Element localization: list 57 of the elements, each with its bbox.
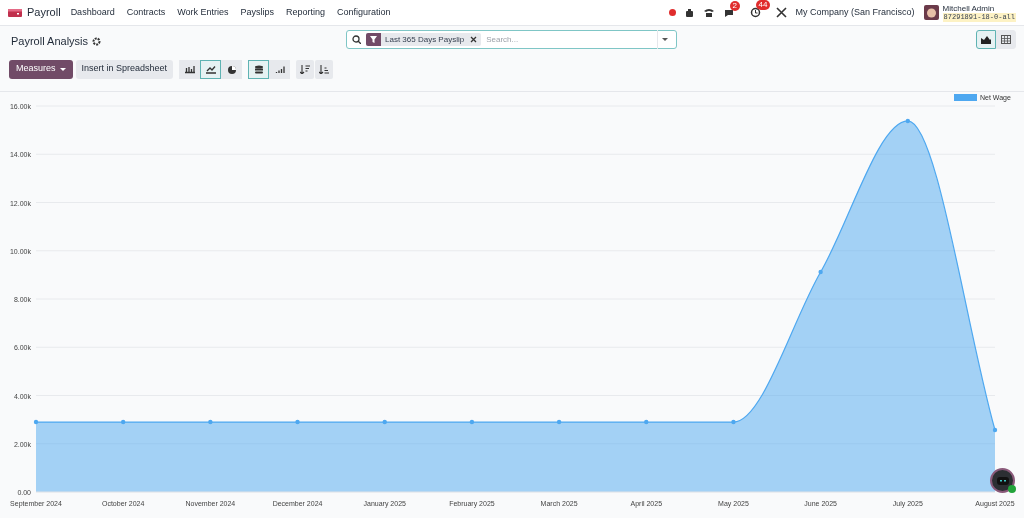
- data-point: [992, 427, 998, 433]
- chart-option-button[interactable]: [248, 59, 270, 79]
- search-field[interactable]: Last 365 Days Payslip Search...: [346, 30, 677, 49]
- menu-item[interactable]: Dashboard: [70, 5, 115, 20]
- stack-icon: [253, 64, 264, 74]
- menu-item[interactable]: Contracts: [126, 5, 166, 20]
- menu-item[interactable]: Configuration: [337, 5, 391, 20]
- menu-item[interactable]: Payslips: [240, 5, 275, 20]
- page-title: Payroll Analysis: [11, 33, 89, 49]
- data-point: [644, 419, 649, 425]
- caret-icon: [661, 38, 668, 41]
- chart-option-button[interactable]: [200, 59, 222, 79]
- briefcase-icon: [684, 7, 694, 18]
- data-point: [818, 269, 823, 275]
- data-point: [905, 118, 910, 124]
- menu-item[interactable]: Work Entries: [177, 5, 229, 20]
- caret-icon: [59, 67, 66, 71]
- online-status-icon: [1008, 485, 1016, 493]
- wallet-icon: [8, 7, 22, 18]
- data-point: [382, 419, 387, 425]
- close-icon: [470, 36, 478, 43]
- filter-icon: [370, 36, 377, 43]
- measures-button[interactable]: Measures: [9, 59, 73, 79]
- sort-button[interactable]: [296, 59, 315, 79]
- recording-status-icon[interactable]: [668, 9, 676, 16]
- app-menu-button[interactable]: Payroll: [8, 4, 61, 21]
- data-point: [121, 419, 126, 425]
- data-point: [556, 419, 562, 425]
- data-point: [469, 419, 475, 425]
- legend-swatch: [954, 94, 977, 101]
- chat-icon: [723, 7, 735, 18]
- data-point: [295, 419, 300, 425]
- ascending-bars-icon: [274, 64, 285, 74]
- bar-chart-icon: [184, 64, 195, 74]
- menu-item[interactable]: Reporting: [286, 5, 326, 20]
- message-count-badge: 2: [729, 0, 740, 11]
- data-point: [33, 419, 39, 425]
- data-point: [208, 419, 213, 425]
- area-chart-icon: [981, 35, 991, 44]
- search-icon: [352, 35, 361, 44]
- sort-descending-icon: [300, 64, 311, 74]
- company-switcher[interactable]: My Company (San Francisco): [795, 5, 915, 20]
- line-chart-icon: [205, 64, 216, 74]
- clock-icon: [749, 7, 761, 18]
- pie-chart-icon: [226, 64, 237, 74]
- phone-icon: [702, 7, 715, 18]
- activity-count-badge: 44: [755, 0, 771, 10]
- filter-facet[interactable]: Last 365 Days Payslip: [366, 33, 482, 46]
- sort-ascending-icon: [319, 64, 330, 74]
- data-point: [731, 419, 736, 425]
- grid-icon: [1001, 35, 1011, 44]
- sort-button[interactable]: [315, 59, 334, 79]
- chat-bubble-button[interactable]: [990, 468, 1015, 493]
- insert-spreadsheet-button[interactable]: Insert in Spreadsheet: [75, 59, 174, 79]
- robot-icon: [996, 476, 1009, 485]
- avatar-icon: [923, 5, 939, 20]
- view-switch-button[interactable]: [976, 30, 996, 49]
